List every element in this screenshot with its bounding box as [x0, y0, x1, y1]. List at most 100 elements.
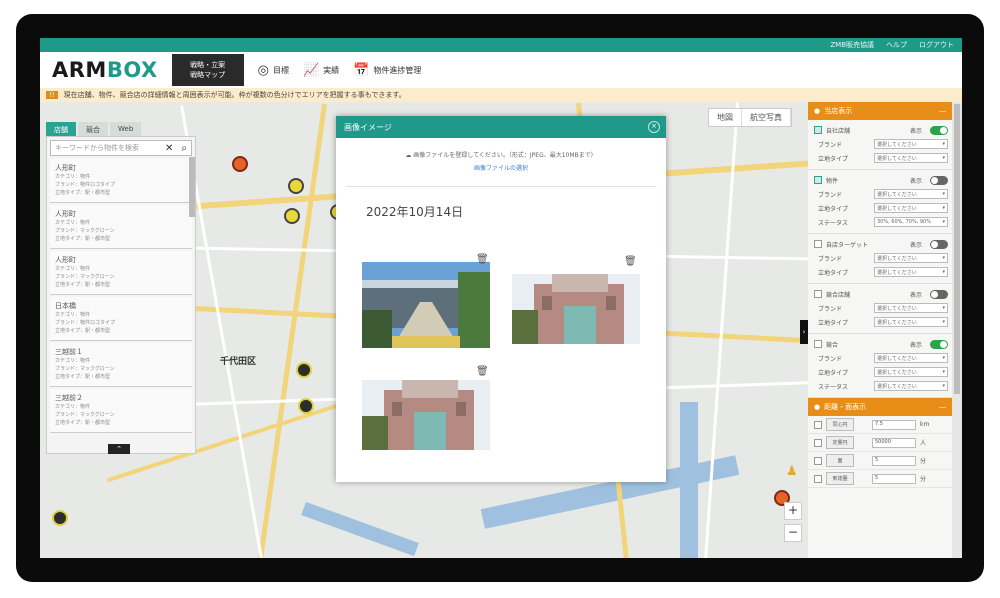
filter-select[interactable]: 選択してください ▾ — [874, 303, 948, 313]
filter-select[interactable]: 選択してください ▾ — [874, 353, 948, 363]
map-type-toggle: 地図 航空写真 — [708, 108, 792, 127]
property-pin[interactable] — [298, 398, 314, 414]
property-pin[interactable] — [52, 510, 68, 526]
filter-select[interactable]: 選択してください ▾ — [874, 367, 948, 377]
section-checkbox[interactable] — [814, 290, 822, 298]
distance-checkbox[interactable] — [814, 474, 822, 483]
list-item-detail: ブランド：マックグローン — [55, 366, 115, 372]
select-file-link[interactable]: 画像ファイルの選択 — [336, 163, 666, 172]
section-checkbox[interactable] — [814, 340, 822, 348]
filter-label: 立地タイプ — [818, 269, 849, 277]
collapse-panel-button[interactable]: ⌃ — [108, 444, 130, 454]
map-type-map[interactable]: 地図 — [709, 109, 742, 126]
right-scrollbar[interactable] — [952, 102, 962, 558]
distance-value-select[interactable]: 7.5 — [872, 419, 916, 430]
store-pin[interactable] — [288, 178, 304, 194]
filter-select[interactable]: 選択してください ▾ — [874, 139, 948, 149]
close-icon[interactable]: ✕ — [161, 143, 177, 154]
filter-select[interactable]: 選択してください ▾ — [874, 267, 948, 277]
display-toggle[interactable] — [930, 339, 948, 349]
distance-value-select[interactable]: 50000 — [872, 437, 916, 448]
filter-select[interactable]: 30%, 60%, 70%, 90% ▾ — [874, 217, 948, 227]
list-item[interactable]: 三越前２ カテゴリ：物件 ブランド：マックグローン 立地タイプ：駅・都市型 — [50, 389, 192, 433]
list-item[interactable]: 人形町 カテゴリ：物件 ブランド：マックグローン 立地タイプ：駅・都市型 — [50, 205, 192, 249]
competitor-pin[interactable] — [232, 156, 248, 172]
list-item[interactable]: 人形町 カテゴリ：物件 ブランド：マックグローン 立地タイプ：駅・都市型 — [50, 251, 192, 295]
nav-goal[interactable]: ◎ 目標 — [258, 63, 289, 78]
distance-type-tag[interactable]: 到達圏 — [826, 472, 854, 485]
distance-type-tag[interactable]: 定量円 — [826, 436, 854, 449]
close-icon[interactable]: × — [648, 121, 660, 133]
chevron-down-icon: ▾ — [942, 191, 945, 197]
display-toggle[interactable] — [930, 125, 948, 135]
list-scrollbar[interactable] — [189, 157, 195, 217]
display-toggle[interactable] — [930, 175, 948, 185]
list-item-detail: 立地タイプ：駅・都市型 — [55, 282, 111, 288]
nav-property-progress[interactable]: 📅 物件進捗管理 — [353, 63, 421, 78]
notice-text: 現在店舗、物件、競合店の詳細情報と周囲表示が可能。枠が複数の色分けでエリアを把握… — [63, 91, 406, 99]
search-icon[interactable]: ⌕ — [177, 143, 191, 154]
nav-results[interactable]: 📈 実績 — [303, 63, 339, 78]
scrollbar-thumb[interactable] — [954, 104, 960, 394]
filter-row: ブランド 選択してください ▾ — [814, 352, 948, 364]
property-pin[interactable] — [296, 362, 312, 378]
distance-value-select[interactable]: 5 — [872, 473, 916, 484]
nav-strategy-map[interactable]: 戦略・立案 戦略マップ — [171, 54, 244, 86]
photo-thumbnail[interactable] — [512, 274, 640, 344]
distance-type-tag[interactable]: 同心円 — [826, 418, 854, 431]
header-label: 当店表示 — [824, 107, 853, 115]
display-settings-header[interactable]: ● 当店表示 — — [808, 102, 952, 120]
filter-row: 立地タイプ 選択してください ▾ — [814, 316, 948, 328]
section-checkbox[interactable] — [814, 126, 822, 134]
filter-value: 選択してください — [877, 205, 917, 212]
section-checkbox[interactable] — [814, 240, 822, 248]
section-checkbox[interactable] — [814, 176, 822, 184]
filter-select[interactable]: 選択してください ▾ — [874, 381, 948, 391]
chevron-down-icon: ▾ — [942, 141, 945, 147]
photo-date: 2022年10月14日 — [366, 205, 464, 219]
river — [301, 501, 419, 557]
chevron-down-icon: ▾ — [942, 369, 945, 375]
trash-icon[interactable]: 🗑 — [476, 254, 489, 265]
list-item[interactable]: 日本橋 カテゴリ：物件 ブランド：物件ロゴタイプ 立地タイプ：駅・都市型 — [50, 297, 192, 341]
filter-select[interactable]: 選択してください ▾ — [874, 253, 948, 263]
filter-select[interactable]: 選択してください ▾ — [874, 203, 948, 213]
list-item-detail: ブランド：物件ロゴタイプ — [55, 182, 116, 188]
store-pin[interactable] — [284, 208, 300, 224]
list-item-detail: ブランド：マックグローン — [55, 228, 115, 234]
user-menu[interactable]: ZMB販売協議 — [830, 40, 874, 50]
photo-thumbnail[interactable] — [362, 262, 490, 348]
filter-select[interactable]: 選択してください ▾ — [874, 317, 948, 327]
distance-header[interactable]: ● 距離・面表示 — — [808, 398, 952, 416]
search-input[interactable]: キーワードから物件を検索 — [55, 143, 139, 153]
filter-label: ブランド — [818, 191, 843, 199]
list-item-title: 三越前１ — [55, 348, 83, 356]
list-item[interactable]: 人形町 カテゴリ：物件 ブランド：物件ロゴタイプ 立地タイプ：駅・都市型 — [50, 159, 192, 203]
photo-thumbnail[interactable] — [362, 380, 490, 450]
help-link[interactable]: ヘルプ — [886, 40, 907, 50]
display-toggle[interactable] — [930, 289, 948, 299]
logout-link[interactable]: ログアウト — [919, 40, 954, 50]
trash-icon[interactable]: 🗑 — [476, 366, 489, 377]
header-label: 距離・面表示 — [824, 403, 867, 411]
zoom-out-button[interactable]: − — [784, 524, 802, 542]
filter-label: ステータス — [818, 219, 849, 227]
distance-type-tag[interactable]: 面 — [826, 454, 854, 467]
street-view-icon[interactable]: ♟ — [786, 464, 798, 479]
list-item[interactable]: 三越前１ カテゴリ：物件 ブランド：マックグローン 立地タイプ：駅・都市型 — [50, 343, 192, 387]
panel-expander[interactable]: › — [800, 320, 808, 344]
trash-icon[interactable]: 🗑 — [624, 256, 637, 267]
distance-checkbox[interactable] — [814, 438, 822, 447]
zoom-in-button[interactable]: + — [784, 502, 802, 520]
list-item-title: 人形町 — [55, 164, 76, 172]
display-toggle[interactable] — [930, 239, 948, 249]
map-type-satellite[interactable]: 航空写真 — [742, 109, 791, 126]
filter-section: 物件 表示 ブランド 選択してください ▾ 立地タイプ 選択してください ▾ ステータス 30%,… — [808, 170, 952, 234]
distance-checkbox[interactable] — [814, 456, 822, 465]
distance-value-select[interactable]: 5 — [872, 455, 916, 466]
target-icon: ◎ — [257, 62, 269, 78]
filter-select[interactable]: 選択してください ▾ — [874, 189, 948, 199]
map-canvas[interactable]: 千代田区 地図 航空写真 ♟ + − 店舗 競合 Web キーワードから物件を検… — [40, 102, 808, 558]
filter-select[interactable]: 選択してください ▾ — [874, 153, 948, 163]
distance-checkbox[interactable] — [814, 420, 822, 429]
